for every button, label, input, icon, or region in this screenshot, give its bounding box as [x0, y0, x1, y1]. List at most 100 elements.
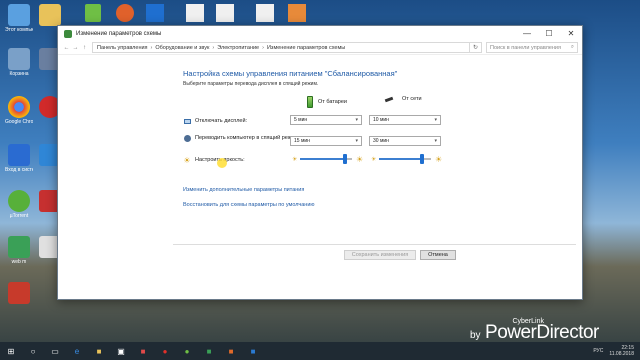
column-label: От батареи [318, 99, 347, 105]
chrome-icon [8, 96, 30, 118]
watermark-brand: PowerDirector [485, 322, 599, 343]
start-button[interactable]: ⊞ [0, 342, 22, 360]
desktop-icon-2[interactable] [36, 4, 64, 26]
app-icon[interactable] [116, 4, 134, 22]
minimize-button[interactable]: — [516, 26, 538, 41]
clock[interactable]: 22:15 11.08.2018 [609, 345, 634, 357]
video-file-icon [8, 236, 30, 258]
setting-label: Отключать дисплей: [195, 117, 248, 124]
utorrent-icon[interactable]: ● [176, 342, 198, 360]
column-label: От сети [402, 96, 422, 102]
system-tray: РУС 22:15 11.08.2018 [593, 345, 640, 357]
back-icon[interactable]: ← [62, 45, 71, 51]
store-icon[interactable]: ▣ [110, 342, 132, 360]
desktop-icon-webm[interactable]: web m [5, 236, 33, 265]
column-header-battery: От батареи [307, 96, 347, 108]
control-panel-window: Изменение параметров схемы — ☐ ✕ ← → ↑ П… [57, 25, 583, 300]
app-icon[interactable] [288, 4, 306, 22]
computer-icon [8, 4, 30, 26]
folder-icon [39, 4, 61, 26]
desktop-icon-label: Вход в систему [5, 167, 33, 173]
slider-thumb[interactable] [343, 154, 347, 164]
chevron-down-icon: ▾ [434, 138, 437, 144]
select-value: 10 мин [373, 117, 389, 123]
search-icon[interactable]: ○ [22, 342, 44, 360]
desktop-icon-label: Google Chrome [5, 119, 33, 125]
document-icon[interactable] [256, 4, 274, 22]
desktop-icon-label: Этот компьютер [5, 27, 33, 33]
slider-fill [300, 158, 345, 160]
chevron-right-icon: › [150, 44, 153, 51]
brightness-high-icon: ☀ [435, 154, 443, 164]
slider-thumb[interactable] [420, 154, 424, 164]
advanced-settings-link[interactable]: Изменить дополнительные параметры питани… [183, 187, 304, 193]
page-subtitle: Выберите параметры перевода дисплея в сп… [183, 81, 319, 87]
desktop-top-icons [80, 2, 600, 24]
title-bar[interactable]: Изменение параметров схемы — ☐ ✕ [58, 26, 582, 41]
sleep-battery-select[interactable]: 15 мин ▾ [290, 136, 362, 146]
slider-track[interactable] [379, 154, 431, 164]
brightness-battery-slider[interactable]: ☀ ☀ [292, 154, 363, 164]
app-icon[interactable]: ■ [132, 342, 154, 360]
chevron-down-icon: ▾ [434, 117, 437, 123]
plug-icon [385, 96, 397, 102]
document-icon[interactable] [186, 4, 204, 22]
recycle-bin-icon [8, 48, 30, 70]
select-value: 15 мин [294, 138, 310, 144]
cursor-highlight [217, 158, 227, 168]
breadcrumb-item[interactable]: Изменение параметров схемы [267, 45, 345, 51]
brightness-low-icon: ☀ [371, 156, 377, 163]
chevron-down-icon: ▾ [355, 138, 358, 144]
slider-fill [379, 158, 422, 160]
edge-icon[interactable] [146, 4, 164, 22]
search-input[interactable]: Поиск в панели управления ⌕ [486, 42, 578, 53]
desktop-icons: Этот компьютер Корзина Google Chrome Вхо… [0, 0, 62, 328]
document-icon[interactable] [216, 4, 234, 22]
user-icon [8, 144, 30, 166]
desktop-icon-computer[interactable]: Этот компьютер [5, 4, 33, 33]
app-icon[interactable]: ■ [198, 342, 220, 360]
desktop-icon-label: web m [11, 259, 27, 265]
opera-icon[interactable]: ● [154, 342, 176, 360]
setting-row-brightness: ☀ Настроить яркость: [183, 156, 303, 165]
desktop-icon-utorrent[interactable]: µTorrent [5, 190, 33, 219]
restore-defaults-link[interactable]: Восстановить для схемы параметры по умол… [183, 202, 315, 208]
power-options-icon [64, 29, 72, 38]
desktop-icon-chrome[interactable]: Google Chrome [5, 96, 33, 125]
task-view-icon[interactable]: ▭ [44, 342, 66, 360]
setting-row-sleep: Переводить компьютер в спящий режим: [183, 134, 303, 142]
forward-icon[interactable]: → [71, 45, 80, 51]
save-button[interactable]: Сохранить изменения [344, 250, 416, 260]
taskbar: ⊞ ○ ▭ e ■ ▣ ■ ● ● ■ ■ ■ РУС 22:15 11.08.… [0, 342, 640, 360]
setting-label: Настроить яркость: [195, 156, 245, 163]
breadcrumb[interactable]: Панель управления › Оборудование и звук … [92, 42, 470, 53]
chevron-right-icon: › [262, 44, 264, 51]
desktop-icon-label: µTorrent [9, 213, 29, 219]
maximize-button[interactable]: ☐ [538, 26, 560, 41]
app-icon[interactable] [85, 4, 101, 22]
plan-settings: Настройка схемы управления питанием "Сба… [58, 55, 582, 299]
desktop-icon-recycle[interactable]: Корзина [5, 48, 33, 77]
close-button[interactable]: ✕ [560, 26, 582, 41]
explorer-icon[interactable]: ■ [88, 342, 110, 360]
breadcrumb-item[interactable]: Панель управления [97, 45, 148, 51]
edge-icon[interactable]: e [66, 342, 88, 360]
app-icon[interactable]: ■ [220, 342, 242, 360]
app-icon[interactable]: ■ [242, 342, 264, 360]
breadcrumb-item[interactable]: Оборудование и звук [155, 45, 209, 51]
brightness-low-icon: ☀ [292, 156, 298, 163]
sleep-ac-select[interactable]: 30 мин ▾ [369, 136, 441, 146]
brightness-ac-slider[interactable]: ☀ ☀ [371, 154, 442, 164]
desktop-icon-app[interactable] [5, 282, 33, 304]
breadcrumb-item[interactable]: Электропитание [217, 45, 259, 51]
page-title: Настройка схемы управления питанием "Сба… [183, 69, 398, 78]
cancel-button[interactable]: Отмена [420, 250, 456, 260]
refresh-icon[interactable]: ↻ [470, 42, 482, 53]
display-battery-select[interactable]: 5 мин ▾ [290, 115, 362, 125]
up-icon[interactable]: ↑ [80, 45, 89, 51]
language-indicator[interactable]: РУС [593, 348, 603, 354]
display-ac-select[interactable]: 10 мин ▾ [369, 115, 441, 125]
slider-track[interactable] [300, 154, 352, 164]
desktop-icon-login[interactable]: Вход в систему [5, 144, 33, 173]
utorrent-icon [8, 190, 30, 212]
